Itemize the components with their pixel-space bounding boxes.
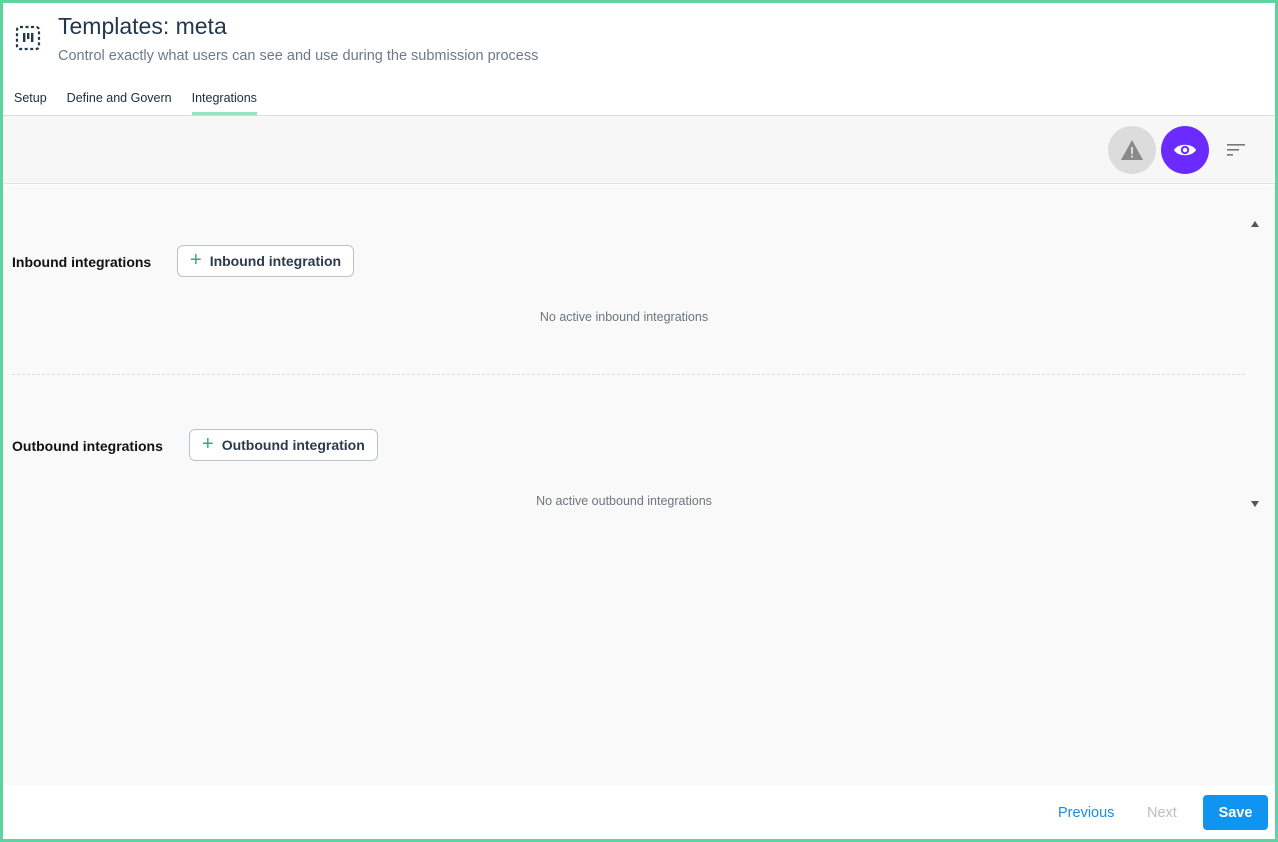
save-button[interactable]: Save [1203,795,1268,830]
previous-button[interactable]: Previous [1058,805,1114,821]
sort-button[interactable] [1218,132,1254,168]
integrations-panel: Inbound integrations + Inbound integrati… [3,185,1275,785]
inbound-empty-message: No active inbound integrations [539,310,709,324]
scroll-down-arrow[interactable] [1251,501,1259,507]
plus-icon: + [190,249,202,271]
section-divider [12,374,1245,375]
preview-button[interactable] [1161,126,1209,174]
add-inbound-label: Inbound integration [209,253,342,269]
scroll-up-arrow[interactable] [1251,221,1259,227]
tab-integrations[interactable]: Integrations [191,91,257,115]
add-inbound-integration-button[interactable]: + Inbound integration [177,245,355,277]
tab-setup[interactable]: Setup [14,91,47,115]
inbound-section-title: Inbound integrations [12,254,152,270]
add-outbound-integration-button[interactable]: + Outbound integration [189,429,378,461]
template-grid-icon [15,25,41,51]
warning-icon [1121,140,1143,160]
sort-icon [1227,144,1245,156]
page-title: Templates: meta [58,13,227,39]
outbound-section-title: Outbound integrations [12,438,163,454]
add-outbound-label: Outbound integration [221,437,365,453]
next-button[interactable]: Next [1147,805,1177,821]
scrollbar[interactable] [1247,217,1263,507]
plus-icon: + [202,433,214,455]
eye-icon [1174,144,1196,156]
outbound-empty-message: No active outbound integrations [536,494,712,508]
page-subtitle: Control exactly what users can see and u… [58,48,539,64]
tab-bar: Setup Define and Govern Integrations [14,91,257,115]
footer-bar: Previous Next Save [3,785,1275,839]
tab-define-and-govern[interactable]: Define and Govern [67,91,172,115]
toolbar [3,116,1275,184]
page-header: Templates: meta Control exactly what use… [3,3,1275,115]
warnings-button[interactable] [1108,126,1156,174]
